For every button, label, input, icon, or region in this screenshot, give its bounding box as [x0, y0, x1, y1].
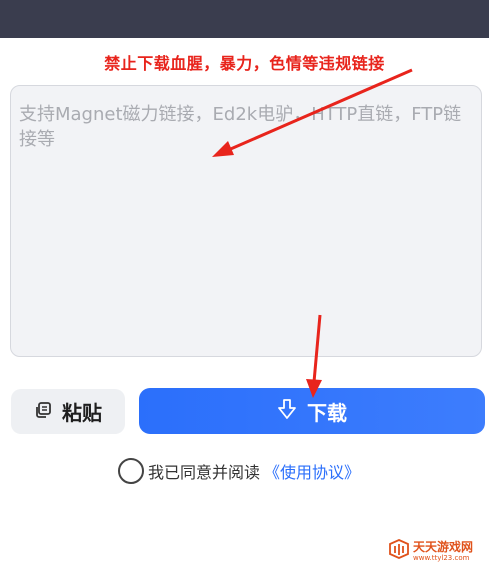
watermark: 天天游戏网 www.ttyl23.com	[388, 538, 473, 564]
watermark-logo-icon	[388, 538, 410, 564]
terms-link[interactable]: 《使用协议》	[264, 459, 360, 483]
copy-icon	[34, 401, 52, 423]
paste-button[interactable]: 粘贴	[11, 389, 125, 434]
download-arrow-icon	[277, 398, 297, 424]
download-button[interactable]: 下载	[139, 388, 485, 434]
agreement-text: 我已同意并阅读	[148, 463, 261, 482]
top-bar	[0, 0, 489, 38]
watermark-url: www.ttyl23.com	[413, 553, 470, 562]
paste-button-label: 粘贴	[62, 401, 102, 425]
warning-annotation: 禁止下载血腥，暴力，色情等违规链接	[104, 54, 385, 73]
watermark-name: 天天游戏网	[413, 539, 474, 554]
link-input[interactable]	[10, 85, 482, 357]
download-button-label: 下载	[307, 400, 347, 425]
agreement-row: 我已同意并阅读 《使用协议》	[118, 458, 360, 484]
agreement-radio[interactable]	[118, 458, 144, 484]
